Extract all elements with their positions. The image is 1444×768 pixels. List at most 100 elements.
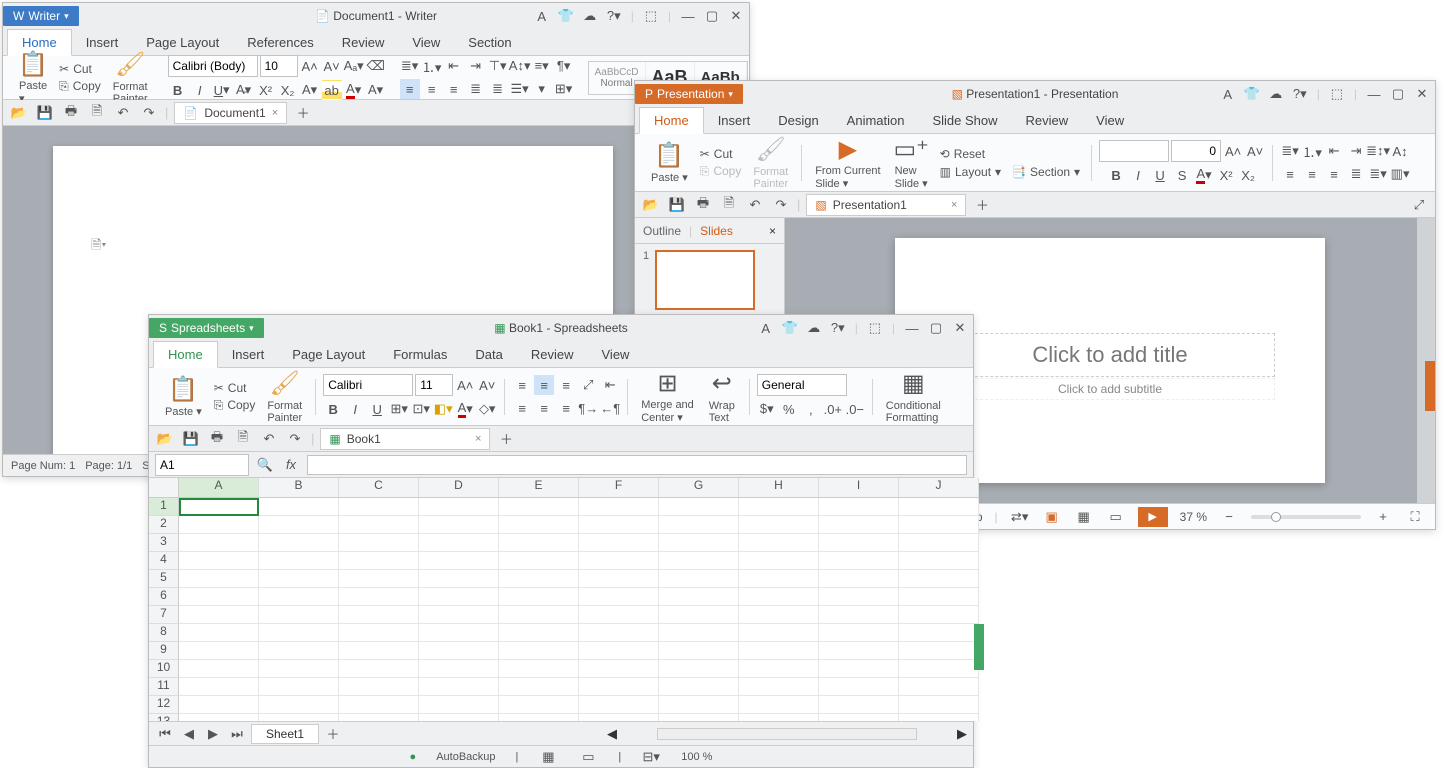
minimize-button[interactable]: — bbox=[905, 321, 919, 335]
undo-icon[interactable]: ↶ bbox=[745, 195, 765, 215]
cell[interactable] bbox=[739, 660, 819, 678]
align-right-icon[interactable]: ≡ bbox=[444, 79, 464, 99]
cell[interactable] bbox=[659, 534, 739, 552]
bold-icon[interactable]: B bbox=[323, 399, 343, 419]
redo-icon[interactable]: ↷ bbox=[285, 429, 305, 449]
cell[interactable] bbox=[819, 660, 899, 678]
tab-view[interactable]: View bbox=[1082, 108, 1138, 133]
strike-icon[interactable]: A̵▾ bbox=[234, 80, 254, 100]
text-dir-icon[interactable]: A↕ bbox=[1390, 141, 1410, 161]
cell[interactable] bbox=[899, 714, 979, 721]
tab-data[interactable]: Data bbox=[461, 342, 516, 367]
row-header[interactable]: 13 bbox=[149, 714, 179, 721]
first-sheet-icon[interactable]: ⏮ bbox=[155, 724, 175, 744]
align-left-icon[interactable]: ≡ bbox=[400, 79, 420, 99]
cell[interactable] bbox=[419, 552, 499, 570]
slides-tab[interactable]: Slides bbox=[700, 224, 733, 238]
shrink-font-icon[interactable]: A˅ bbox=[477, 375, 497, 395]
change-case-icon[interactable]: Aₐ▾ bbox=[344, 56, 364, 76]
inc-indent-icon[interactable]: ⇥ bbox=[1346, 141, 1366, 161]
font-color-icon[interactable]: A▾ bbox=[1194, 165, 1214, 185]
number-list-icon[interactable]: ⒈▾ bbox=[422, 56, 442, 76]
prev-sheet-icon[interactable]: ◀ bbox=[179, 724, 199, 744]
cell[interactable] bbox=[579, 642, 659, 660]
writer-doc-tab[interactable]: 📄Document1 × bbox=[174, 102, 287, 124]
cell[interactable] bbox=[179, 552, 259, 570]
cell[interactable] bbox=[499, 606, 579, 624]
close-button[interactable]: ✕ bbox=[729, 9, 743, 23]
shrink-font-icon[interactable]: A˅ bbox=[1245, 141, 1265, 161]
show-marks-icon[interactable]: ¶▾ bbox=[554, 56, 574, 76]
clear-format-icon[interactable]: ⌫ bbox=[366, 56, 386, 76]
cell[interactable] bbox=[339, 498, 419, 516]
align-center-icon[interactable]: ≡ bbox=[534, 398, 554, 418]
sub-icon[interactable]: X₂ bbox=[1238, 165, 1258, 185]
text-direction-icon[interactable]: ☰▾ bbox=[510, 79, 530, 99]
hscroll-left-icon[interactable]: ◀ bbox=[607, 726, 617, 742]
cell[interactable] bbox=[339, 606, 419, 624]
cell[interactable] bbox=[659, 588, 739, 606]
cell[interactable] bbox=[579, 552, 659, 570]
align-center-icon[interactable]: ≡ bbox=[1302, 164, 1322, 184]
freeze-icon[interactable]: ⊟▾ bbox=[641, 747, 661, 767]
cell[interactable] bbox=[659, 552, 739, 570]
cell[interactable] bbox=[579, 696, 659, 714]
col-header[interactable]: D bbox=[419, 478, 499, 497]
new-tab-button[interactable]: ＋ bbox=[496, 429, 516, 449]
zoom-fit-icon[interactable]: ⛶ bbox=[1405, 507, 1425, 527]
rtl-icon[interactable]: ¶→ bbox=[578, 398, 598, 418]
row-header[interactable]: 11 bbox=[149, 678, 179, 696]
underline-icon[interactable]: U bbox=[367, 399, 387, 419]
cell[interactable] bbox=[739, 714, 819, 721]
redo-icon[interactable]: ↷ bbox=[139, 103, 159, 123]
open-icon[interactable]: 📂 bbox=[641, 195, 661, 215]
currency-icon[interactable]: $▾ bbox=[757, 399, 777, 419]
row-header[interactable]: 2 bbox=[149, 516, 179, 534]
cell[interactable] bbox=[259, 498, 339, 516]
maximize-button[interactable]: ▢ bbox=[705, 9, 719, 23]
lookup-icon[interactable]: 🔍 bbox=[255, 455, 275, 475]
zoom-slider[interactable] bbox=[1251, 515, 1361, 519]
cell[interactable] bbox=[819, 678, 899, 696]
super-icon[interactable]: X² bbox=[256, 80, 276, 100]
valign-mid-icon[interactable]: ≡ bbox=[534, 375, 554, 395]
cell[interactable] bbox=[419, 606, 499, 624]
outline-tab[interactable]: Outline bbox=[643, 224, 681, 238]
cell[interactable] bbox=[179, 606, 259, 624]
maximize-button[interactable]: ▢ bbox=[1391, 87, 1405, 101]
font-family-combo[interactable] bbox=[1099, 140, 1169, 162]
cell[interactable] bbox=[739, 534, 819, 552]
tab-design[interactable]: Design bbox=[764, 108, 832, 133]
cell[interactable] bbox=[739, 624, 819, 642]
cell[interactable] bbox=[499, 498, 579, 516]
compact-icon[interactable]: ⬚ bbox=[1330, 87, 1344, 101]
font-size-combo[interactable] bbox=[415, 374, 453, 396]
shrink-font-icon[interactable]: A˅ bbox=[322, 56, 342, 76]
italic-icon[interactable]: I bbox=[190, 80, 210, 100]
tab-animation[interactable]: Animation bbox=[833, 108, 919, 133]
cell[interactable] bbox=[739, 498, 819, 516]
number-list-icon[interactable]: ⒈▾ bbox=[1302, 141, 1322, 161]
cell[interactable] bbox=[899, 606, 979, 624]
cell[interactable] bbox=[579, 534, 659, 552]
cell[interactable] bbox=[499, 678, 579, 696]
layout-button[interactable]: ▥Layout▾ bbox=[936, 164, 1005, 180]
cell[interactable] bbox=[499, 624, 579, 642]
cell[interactable] bbox=[659, 696, 739, 714]
align-left-icon[interactable]: ≡ bbox=[1280, 164, 1300, 184]
cell[interactable] bbox=[179, 660, 259, 678]
cell[interactable] bbox=[259, 570, 339, 588]
slide-thumbnail[interactable]: 1 bbox=[643, 250, 776, 310]
cell[interactable] bbox=[899, 552, 979, 570]
object-panel-handle[interactable] bbox=[1425, 361, 1435, 411]
cell[interactable] bbox=[899, 588, 979, 606]
cell[interactable] bbox=[659, 516, 739, 534]
borders-icon[interactable]: ⊞▾ bbox=[389, 399, 409, 419]
cell[interactable] bbox=[819, 588, 899, 606]
reading-view-icon[interactable]: ▭ bbox=[1106, 507, 1126, 527]
cell[interactable] bbox=[499, 660, 579, 678]
hscroll-right-icon[interactable]: ▶ bbox=[957, 726, 967, 742]
cell[interactable] bbox=[499, 588, 579, 606]
add-sheet-button[interactable]: ＋ bbox=[323, 724, 343, 744]
indent-icon[interactable]: ⇤ bbox=[600, 375, 620, 395]
